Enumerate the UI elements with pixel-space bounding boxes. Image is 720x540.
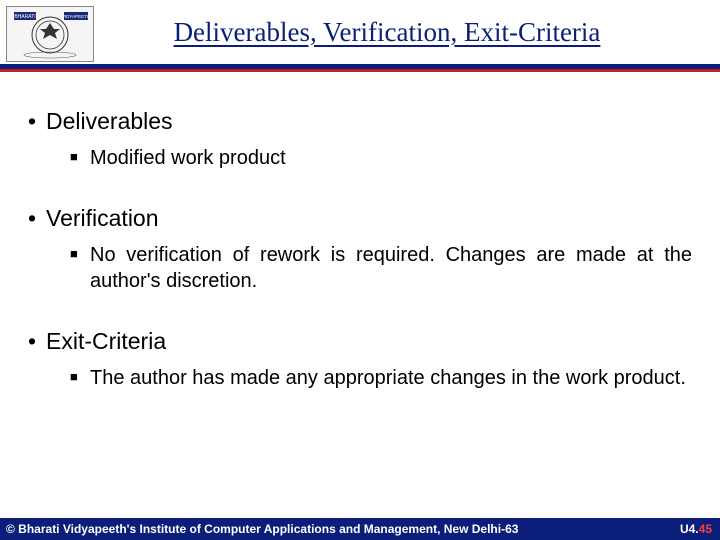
section-heading-row: • Deliverables: [28, 108, 692, 135]
section-verification: • Verification ■ No verification of rewo…: [28, 205, 692, 294]
list-item: ■ No verification of rework is required.…: [70, 242, 692, 294]
logo-emblem-icon: BHARATI VIDYAPEETH: [10, 9, 90, 59]
slide-footer: © Bharati Vidyapeeth's Institute of Comp…: [0, 518, 720, 540]
bullet-square-icon: ■: [70, 365, 90, 389]
slide-header: BHARATI VIDYAPEETH Deliverables, Verific…: [0, 0, 720, 64]
section-heading: Verification: [46, 205, 159, 232]
institute-logo: BHARATI VIDYAPEETH: [6, 6, 94, 62]
footer-copyright: © Bharati Vidyapeeth's Institute of Comp…: [6, 522, 518, 536]
footer-page-info: U4.45: [680, 522, 712, 536]
section-heading-row: • Exit-Criteria: [28, 328, 692, 355]
subitem-list: ■ The author has made any appropriate ch…: [28, 365, 692, 391]
subitem-text: Modified work product: [90, 145, 692, 171]
section-deliverables: • Deliverables ■ Modified work product: [28, 108, 692, 171]
section-list: • Deliverables ■ Modified work product •…: [28, 108, 692, 391]
footer-page-number: 45: [699, 522, 712, 536]
list-item: ■ Modified work product: [70, 145, 692, 171]
list-item: ■ The author has made any appropriate ch…: [70, 365, 692, 391]
bullet-dot-icon: •: [28, 108, 46, 135]
header-divider: [0, 64, 720, 72]
subitem-list: ■ Modified work product: [28, 145, 692, 171]
subitem-text: The author has made any appropriate chan…: [90, 365, 692, 391]
subitem-list: ■ No verification of rework is required.…: [28, 242, 692, 294]
logo-banner-top: BHARATI: [14, 14, 35, 20]
section-heading: Exit-Criteria: [46, 328, 166, 355]
section-heading: Deliverables: [46, 108, 173, 135]
bullet-dot-icon: •: [28, 328, 46, 355]
slide-content: • Deliverables ■ Modified work product •…: [0, 72, 720, 391]
subitem-text: No verification of rework is required. C…: [90, 242, 692, 294]
footer-unit: U4.: [680, 522, 699, 536]
section-heading-row: • Verification: [28, 205, 692, 232]
bullet-square-icon: ■: [70, 145, 90, 169]
bullet-dot-icon: •: [28, 205, 46, 232]
bullet-square-icon: ■: [70, 242, 90, 266]
slide-title: Deliverables, Verification, Exit-Criteri…: [94, 17, 720, 48]
logo-banner-bottom: VIDYAPEETH: [62, 14, 90, 19]
section-exit-criteria: • Exit-Criteria ■ The author has made an…: [28, 328, 692, 391]
